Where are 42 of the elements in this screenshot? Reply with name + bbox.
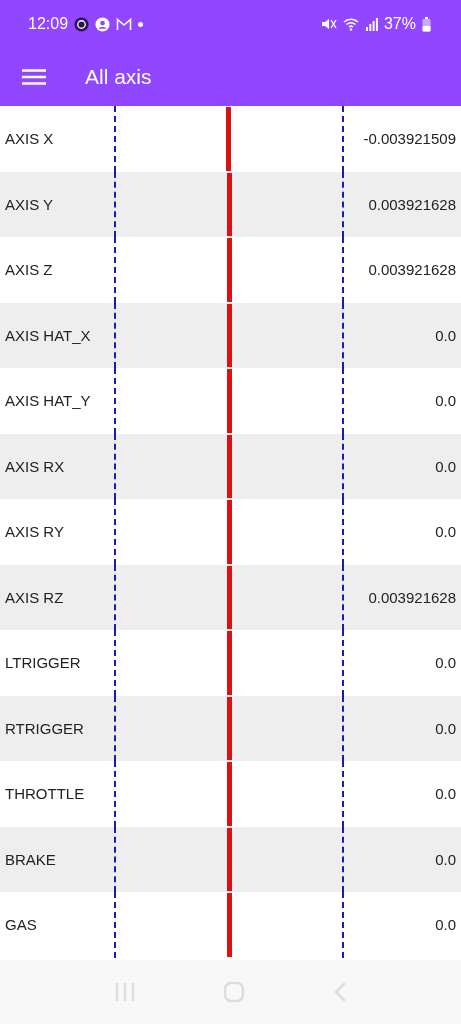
axis-name: THROTTLE (4, 784, 86, 805)
mail-icon (116, 17, 133, 31)
axis-value: 0.0 (434, 784, 457, 805)
axis-value: 0.003921628 (367, 194, 457, 215)
status-time: 12:09 (28, 15, 69, 33)
battery-icon (422, 16, 431, 32)
axis-name: AXIS RX (4, 456, 66, 477)
axis-name: BRAKE (4, 849, 57, 870)
axis-name: AXIS RZ (4, 587, 65, 608)
recent-apps-icon (113, 982, 136, 1002)
axis-value: 0.0 (434, 456, 457, 477)
wifi-icon (342, 17, 360, 31)
axis-name: AXIS Z (4, 260, 54, 281)
axis-value: -0.003921509 (362, 129, 457, 150)
axis-name: GAS (4, 915, 38, 936)
axis-name: LTRIGGER (4, 653, 82, 674)
axis-name: AXIS RY (4, 522, 65, 543)
account-icon (95, 16, 111, 32)
mute-icon (320, 17, 337, 31)
axis-name: AXIS HAT_Y (4, 391, 92, 412)
app-notification-icon (74, 16, 90, 32)
axis-value: 0.0 (434, 849, 457, 870)
axis-name: RTRIGGER (4, 718, 85, 739)
menu-button[interactable] (22, 69, 46, 85)
dot-icon (138, 21, 144, 27)
axis-name: AXIS HAT_X (4, 325, 92, 346)
axis-value: 0.0 (434, 915, 457, 936)
axis-value: 0.0 (434, 391, 457, 412)
axis-name: AXIS Y (4, 194, 55, 215)
battery-level: 37% (383, 15, 416, 33)
back-icon (333, 981, 348, 1003)
axis-value: 0.0 (434, 653, 457, 674)
axis-value: 0.0 (434, 718, 457, 739)
axis-value: 0.003921628 (367, 587, 457, 608)
axis-value: 0.0 (434, 522, 457, 543)
menu-icon (22, 69, 46, 85)
axis-name: AXIS X (4, 129, 55, 150)
screen-title: All axis (85, 65, 152, 89)
axis-value: 0.003921628 (367, 260, 457, 281)
axis-value: 0.0 (434, 325, 457, 346)
signal-icon (365, 17, 378, 31)
home-icon (223, 981, 246, 1003)
